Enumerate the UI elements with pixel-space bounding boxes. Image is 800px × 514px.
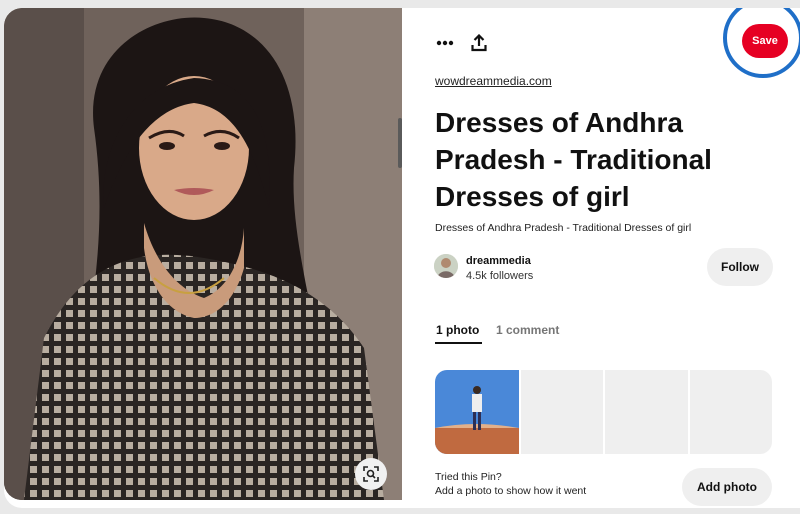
share-upload-icon[interactable] xyxy=(466,30,492,56)
lens-search-icon[interactable] xyxy=(355,458,387,490)
pin-title: Dresses of Andhra Pradesh - Traditional … xyxy=(435,107,712,212)
pin-image-graphic xyxy=(4,8,402,500)
gallery-placeholder xyxy=(605,370,688,454)
pin-card: Save wowdreammedia.com Dresses of Andhra… xyxy=(4,8,800,508)
tried-pin-subtitle: Add a photo to show how it went xyxy=(435,485,587,497)
tab-photos[interactable]: 1 photo xyxy=(436,323,479,337)
gallery-photo[interactable] xyxy=(435,370,519,454)
gallery-placeholder xyxy=(521,370,604,454)
pin-description: Dresses of Andhra Pradesh - Traditional … xyxy=(435,222,692,234)
add-photo-button[interactable]: Add photo xyxy=(682,468,772,506)
save-button[interactable]: Save xyxy=(742,24,788,58)
source-link[interactable]: wowdreammedia.com xyxy=(435,74,552,88)
active-tab-indicator xyxy=(435,342,482,344)
pin-image[interactable] xyxy=(4,8,402,500)
tab-comments[interactable]: 1 comment xyxy=(496,323,559,337)
more-options-icon[interactable] xyxy=(432,30,458,56)
creator-followers: 4.5k followers xyxy=(466,270,534,282)
tried-pin-title: Tried this Pin? xyxy=(435,471,502,483)
gallery-placeholder xyxy=(689,370,772,454)
photo-gallery xyxy=(435,370,772,454)
avatar[interactable] xyxy=(434,254,458,278)
creator-name[interactable]: dreammedia xyxy=(466,255,531,267)
pin-details-panel: Save wowdreammedia.com Dresses of Andhra… xyxy=(402,8,800,508)
follow-button[interactable]: Follow xyxy=(707,248,773,286)
